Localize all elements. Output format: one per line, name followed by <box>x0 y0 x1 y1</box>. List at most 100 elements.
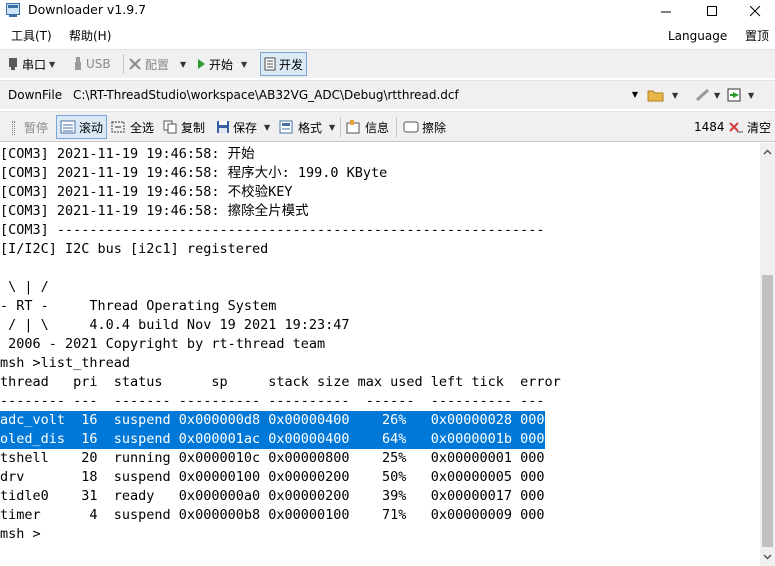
console-line: msh > <box>0 526 41 542</box>
info-note-icon <box>346 120 362 134</box>
file-path-value: C:\RT-ThreadStudio\workspace\AB32VG_ADC\… <box>73 88 459 102</box>
console-line: msh >list_thread <box>0 355 131 371</box>
maximize-button[interactable] <box>689 0 735 22</box>
console-line: [COM3] 2021-11-19 19:46:58: 程序大小: 199.0 … <box>0 165 388 181</box>
dev-page-icon <box>264 57 276 71</box>
erase-box-icon <box>403 120 419 134</box>
serial-label: 串口 <box>22 57 47 72</box>
open-folder-button[interactable]: ▼ <box>647 84 678 106</box>
export-arrow-icon <box>727 88 745 102</box>
window-title: Downloader v1.9.7 <box>28 2 147 17</box>
download-file-toolbar: DownFile C:\RT-ThreadStudio\workspace\AB… <box>0 80 775 109</box>
scroll-up-arrow-icon[interactable] <box>760 145 775 159</box>
info-label: 信息 <box>365 120 390 135</box>
chevron-down-icon: ▼ <box>631 90 638 99</box>
toolbar-separator <box>123 54 124 74</box>
erase-button[interactable]: 擦除 <box>403 116 446 138</box>
usb-icon <box>73 57 83 71</box>
clear-x-icon <box>728 120 744 134</box>
program-tool-button[interactable]: ▼ <box>695 84 720 106</box>
copy-label: 复制 <box>181 120 206 135</box>
console-line: [COM3] 2021-11-19 19:46:58: 开始 <box>0 146 255 162</box>
info-button[interactable]: 信息 <box>346 116 389 138</box>
console-line: drv 18 suspend 0x00000100 0x00000200 50%… <box>0 469 545 485</box>
console-line: [COM3] 2021-11-19 19:46:58: 擦除全片模式 <box>0 203 309 219</box>
menu-language[interactable]: Language <box>668 28 727 44</box>
console-line: - RT - Thread Operating System <box>0 298 277 314</box>
console-line: [COM3] 2021-11-19 19:46:58: 不校验KEY <box>0 184 293 200</box>
chevron-down-icon: ▼ <box>180 59 187 69</box>
app-icon <box>6 3 21 17</box>
toolbar-grip[interactable] <box>12 121 15 135</box>
serial-port-icon <box>7 57 19 71</box>
menu-help[interactable]: 帮助(H) <box>69 28 111 44</box>
chevron-down-icon: ▼ <box>748 90 755 100</box>
config-button[interactable]: 配置 ▼ <box>128 53 186 75</box>
format-icon <box>279 120 295 134</box>
console-line: adc_volt 16 suspend 0x000000d8 0x0000040… <box>0 411 545 430</box>
chevron-down-icon: ▼ <box>672 90 679 100</box>
toolbar-separator <box>340 117 341 137</box>
file-path-select[interactable]: C:\RT-ThreadStudio\workspace\AB32VG_ADC\… <box>68 84 642 106</box>
downfile-label: DownFile <box>8 88 63 102</box>
start-label: 开始 <box>209 57 234 72</box>
title-bar: Downloader v1.9.7 <box>0 0 775 22</box>
usb-button[interactable]: USB <box>73 53 111 75</box>
chevron-down-icon: ▼ <box>49 59 56 69</box>
format-label: 格式 <box>298 120 323 135</box>
toolbar-separator <box>396 117 397 137</box>
chevron-down-icon: ▼ <box>714 90 721 100</box>
pause-label: 暂停 <box>24 120 49 135</box>
scroll-lines-icon <box>60 120 76 134</box>
console-line: / | \ 4.0.4 build Nov 19 2021 19:23:47 <box>0 317 350 333</box>
pause-button[interactable]: 暂停 <box>24 116 48 138</box>
chevron-down-icon: ▼ <box>329 122 336 132</box>
menu-bar: 工具(T) 帮助(H) Language 置顶 <box>0 24 775 48</box>
console-line: tidle0 31 ready 0x000000a0 0x00000200 39… <box>0 488 545 504</box>
dev-button[interactable]: 开发 <box>260 52 308 76</box>
serial-button[interactable]: 串口 ▼ <box>7 53 55 75</box>
select-all-button[interactable]: 全选 <box>111 116 154 138</box>
play-icon <box>197 58 206 70</box>
menu-top[interactable]: 置顶 <box>745 28 769 44</box>
console-line: \ | / <box>0 279 49 295</box>
copy-button[interactable]: 复制 <box>163 116 205 138</box>
save-button[interactable]: 保存 ▼ <box>216 116 270 138</box>
usb-label: USB <box>86 57 111 71</box>
main-toolbar: 串口 ▼ USB 配置 ▼ 开始 ▼ 开发 <box>0 49 775 78</box>
config-tools-icon <box>128 57 142 71</box>
console-line: oled_dis 16 suspend 0x000001ac 0x0000040… <box>0 430 545 449</box>
select-all-label: 全选 <box>130 120 155 135</box>
start-button[interactable]: 开始 ▼ <box>197 53 247 75</box>
chevron-down-icon: ▼ <box>264 122 271 132</box>
select-all-icon <box>111 120 127 134</box>
console-line: -------- --- ------- ---------- --------… <box>0 393 545 409</box>
clear-button[interactable]: 清空 <box>728 116 771 138</box>
scroll-toggle[interactable]: 滚动 <box>56 115 108 139</box>
console-line: [I/I2C] I2C bus [i2c1] registered <box>0 241 269 257</box>
copy-icon <box>163 120 178 134</box>
folder-open-icon <box>647 88 665 102</box>
scroll-label: 滚动 <box>79 120 104 135</box>
console-scrollbar[interactable] <box>760 143 775 566</box>
minimize-button[interactable] <box>643 0 689 22</box>
scroll-down-arrow-icon[interactable] <box>760 550 775 564</box>
save-disk-icon <box>216 120 230 134</box>
format-button[interactable]: 格式 ▼ <box>279 116 335 138</box>
console-line: [COM3] ---------------------------------… <box>0 222 545 238</box>
console-line: tshell 20 running 0x0000010c 0x00000800 … <box>0 450 545 466</box>
save-label: 保存 <box>233 120 258 135</box>
line-count: 1484 <box>694 120 725 134</box>
scrollbar-thumb[interactable] <box>762 275 773 547</box>
console-line: timer 4 suspend 0x000000b8 0x00000100 71… <box>0 507 545 523</box>
erase-label: 擦除 <box>422 120 447 135</box>
dev-label: 开发 <box>279 57 304 72</box>
export-button[interactable]: ▼ <box>727 84 754 106</box>
chevron-down-icon: ▼ <box>241 59 248 69</box>
console-output[interactable]: [COM3] 2021-11-19 19:46:58: 开始 [COM3] 202… <box>0 143 760 566</box>
console-line: 2006 - 2021 Copyright by rt-thread team <box>0 336 326 352</box>
console-line: thread pri status sp stack size max used… <box>0 374 561 390</box>
config-label: 配置 <box>145 57 170 72</box>
menu-tools[interactable]: 工具(T) <box>11 28 52 44</box>
close-button[interactable] <box>735 0 775 22</box>
